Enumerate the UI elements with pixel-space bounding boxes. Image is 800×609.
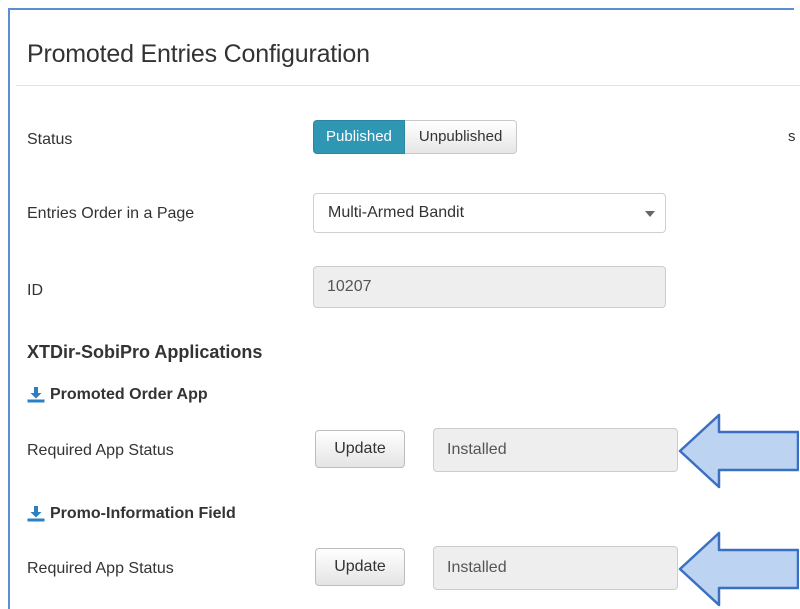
id-field[interactable]: 10207	[313, 266, 666, 308]
app-heading-promo-information[interactable]: Promo-Information Field	[27, 505, 236, 523]
download-icon	[27, 387, 45, 403]
id-value: 10207	[327, 278, 372, 295]
app-status-value: Installed	[447, 559, 507, 576]
status-label: Status	[27, 131, 73, 148]
status-published-button[interactable]: Published	[313, 120, 405, 154]
entries-order-select[interactable]: Multi-Armed Bandit	[313, 193, 666, 233]
required-app-status-label: Required App Status	[27, 560, 174, 577]
app-status-field[interactable]: Installed	[433, 546, 678, 590]
app-heading-promoted-order[interactable]: Promoted Order App	[27, 386, 208, 404]
callout-arrow-icon	[678, 531, 799, 607]
status-unpublished-button[interactable]: Unpublished	[404, 120, 518, 154]
entries-order-value: Multi-Armed Bandit	[328, 204, 465, 221]
download-icon	[27, 506, 45, 522]
app-name: Promoted Order App	[50, 386, 208, 403]
callout-arrow-icon	[678, 413, 799, 489]
update-button[interactable]: Update	[315, 430, 405, 468]
cut-off-text: s	[788, 128, 796, 145]
entries-order-label: Entries Order in a Page	[27, 205, 195, 222]
status-toggle-group: Published Unpublished	[313, 120, 518, 154]
app-name: Promo-Information Field	[50, 505, 236, 522]
required-app-status-label: Required App Status	[27, 442, 174, 459]
chevron-down-icon	[645, 211, 655, 217]
update-button[interactable]: Update	[315, 548, 405, 586]
page-title: Promoted Entries Configuration	[27, 40, 370, 68]
id-label: ID	[27, 282, 43, 299]
app-status-field[interactable]: Installed	[433, 428, 678, 472]
title-divider	[16, 85, 800, 86]
applications-heading: XTDir-SobiPro Applications	[27, 342, 263, 362]
app-status-value: Installed	[447, 441, 507, 458]
